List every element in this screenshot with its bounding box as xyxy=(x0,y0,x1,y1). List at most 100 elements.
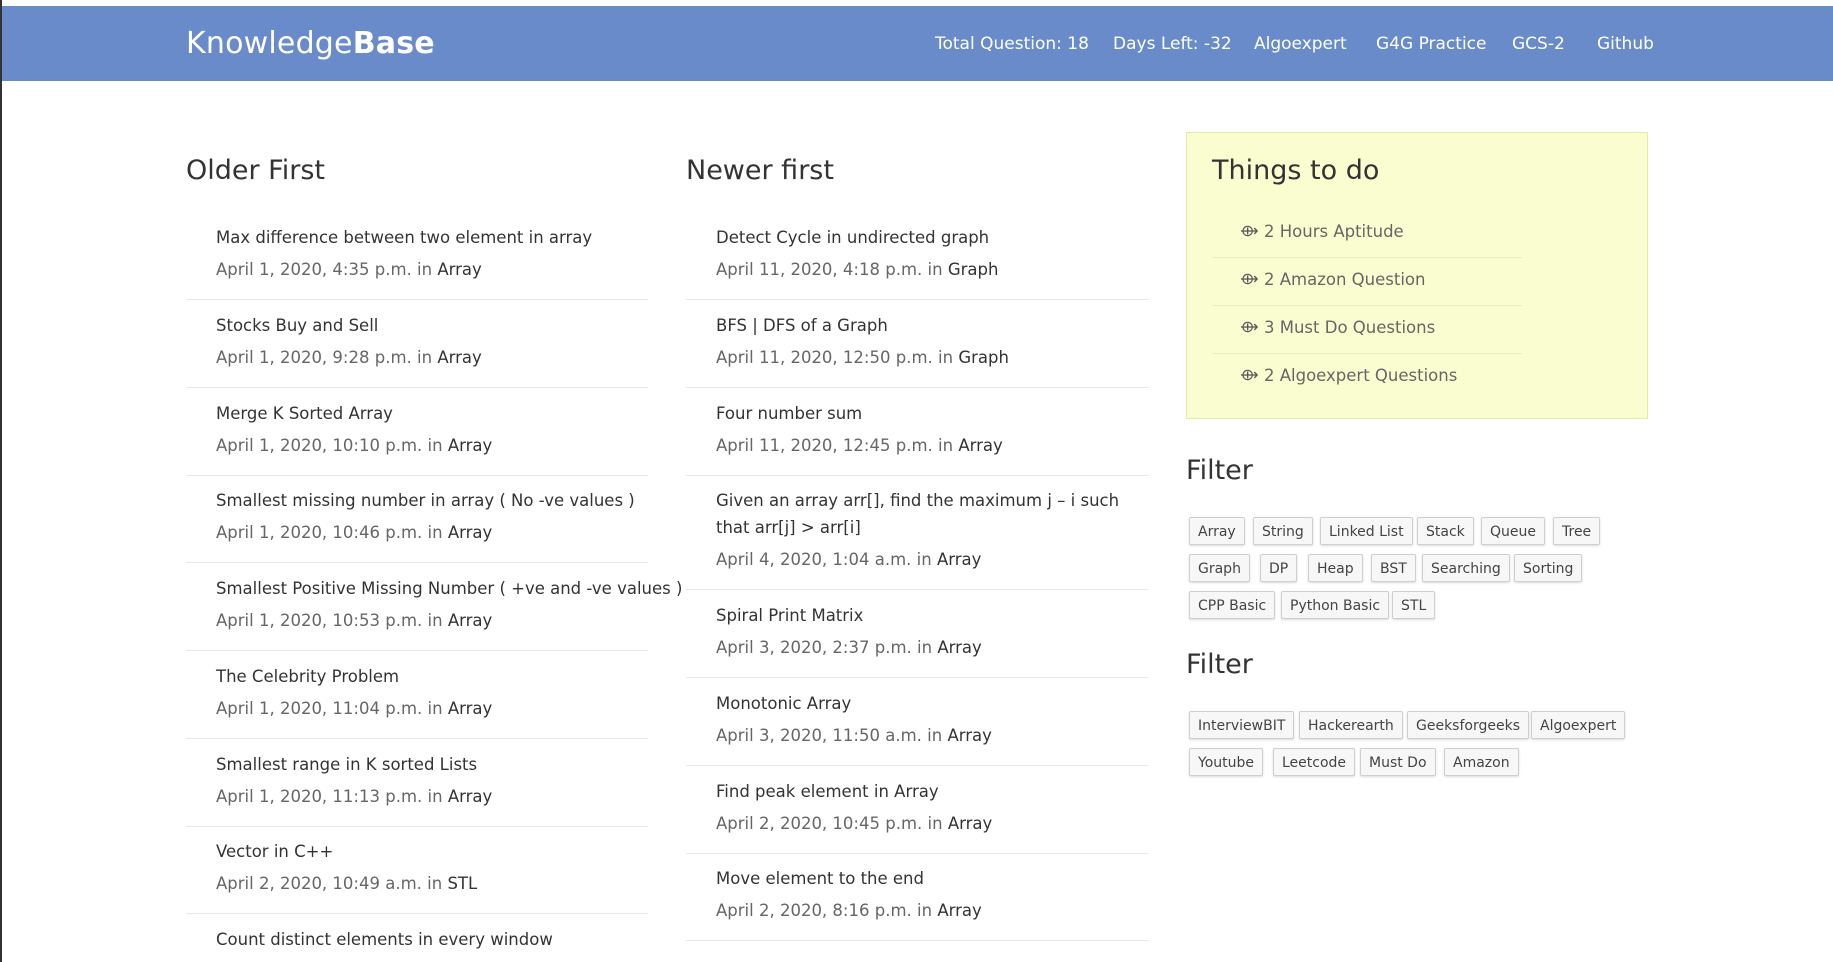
older-first-heading: Older First xyxy=(186,155,326,186)
post-item[interactable]: Smallest missing number in array ( No -v… xyxy=(186,479,648,563)
tag-dp[interactable]: DP xyxy=(1260,554,1298,582)
post-category[interactable]: Array xyxy=(947,726,991,745)
post-meta: April 1, 2020, 10:10 p.m. in Array xyxy=(216,436,492,455)
tag-sorting[interactable]: Sorting xyxy=(1514,554,1583,582)
post-category[interactable]: Array xyxy=(937,638,981,657)
brand-logo[interactable]: KnowledgeBase xyxy=(186,26,435,61)
post-title[interactable]: Move element to the end xyxy=(716,865,1146,892)
nav-algoexpert[interactable]: Algoexpert xyxy=(1254,34,1347,54)
tag-bst[interactable]: BST xyxy=(1371,554,1416,582)
post-meta: April 11, 2020, 12:45 p.m. in Array xyxy=(716,436,1003,455)
post-item[interactable]: Merge K Sorted Array April 1, 2020, 10:1… xyxy=(186,392,648,476)
tag-python-basic[interactable]: Python Basic xyxy=(1281,591,1390,619)
tag-queue[interactable]: Queue xyxy=(1481,517,1545,545)
tag-stack[interactable]: Stack xyxy=(1417,517,1474,545)
tag-stl[interactable]: STL xyxy=(1392,591,1436,619)
tag-string[interactable]: String xyxy=(1253,517,1313,545)
post-date: April 1, 2020, 10:46 p.m. xyxy=(216,523,423,542)
post-category[interactable]: Array xyxy=(958,436,1002,455)
post-item[interactable]: Given an array arr[], find the maximum j… xyxy=(686,479,1148,590)
nav-g4g-practice[interactable]: G4G Practice xyxy=(1376,34,1486,54)
tag-array[interactable]: Array xyxy=(1189,517,1245,545)
nav-total-question[interactable]: Total Question: 18 xyxy=(935,34,1089,54)
post-category[interactable]: Graph xyxy=(958,348,1009,367)
post-item[interactable]: Vector in C++ April 2, 2020, 10:49 a.m. … xyxy=(186,830,648,914)
filter-heading: Filter xyxy=(1186,455,1253,486)
post-item[interactable]: Smallest Positive Missing Number ( +ve a… xyxy=(186,567,682,651)
post-date: April 1, 2020, 10:53 p.m. xyxy=(216,611,423,630)
post-category[interactable]: Array xyxy=(437,260,481,279)
tag-interviewbit[interactable]: InterviewBIT xyxy=(1189,711,1295,739)
arrows-icon: ⟴ xyxy=(1240,317,1259,336)
post-date: April 11, 2020, 4:18 p.m. xyxy=(716,260,923,279)
tag-amazon[interactable]: Amazon xyxy=(1444,748,1519,776)
post-item[interactable]: Detect Cycle in undirected graph April 1… xyxy=(686,216,1148,300)
post-title[interactable]: Smallest Positive Missing Number ( +ve a… xyxy=(216,575,682,602)
post-title[interactable]: The Celebrity Problem xyxy=(216,663,646,690)
tag-youtube[interactable]: Youtube xyxy=(1189,748,1263,776)
post-item[interactable]: The Celebrity Problem April 1, 2020, 11:… xyxy=(186,655,648,739)
tag-linked-list[interactable]: Linked List xyxy=(1320,517,1413,545)
nav-github[interactable]: Github xyxy=(1597,34,1654,54)
post-in: in xyxy=(938,348,954,367)
tag-tree[interactable]: Tree xyxy=(1553,517,1601,545)
tag-leetcode[interactable]: Leetcode xyxy=(1273,748,1356,776)
post-category[interactable]: Array xyxy=(448,787,492,806)
post-item[interactable]: Max difference between two element in ar… xyxy=(186,216,648,300)
post-item[interactable]: Spiral Print Matrix April 3, 2020, 2:37 … xyxy=(686,594,1148,678)
post-category[interactable]: Graph xyxy=(948,260,999,279)
post-date: April 1, 2020, 4:35 p.m. xyxy=(216,260,412,279)
post-title[interactable]: Count distinct elements in every window xyxy=(216,926,646,953)
post-category[interactable]: Array xyxy=(448,699,492,718)
post-item[interactable]: Find peak element in Array April 2, 2020… xyxy=(686,770,1148,854)
post-title[interactable]: BFS | DFS of a Graph xyxy=(716,312,1146,339)
post-date: April 11, 2020, 12:45 p.m. xyxy=(716,436,933,455)
tag-graph[interactable]: Graph xyxy=(1189,554,1250,582)
post-date: April 11, 2020, 12:50 p.m. xyxy=(716,348,933,367)
post-category[interactable]: Array xyxy=(437,348,481,367)
post-category[interactable]: Array xyxy=(448,436,492,455)
post-in: in xyxy=(427,874,443,893)
post-category[interactable]: STL xyxy=(447,874,477,893)
post-title[interactable]: Find peak element in Array xyxy=(716,778,1146,805)
tag-searching[interactable]: Searching xyxy=(1422,554,1510,582)
tag-hackerearth[interactable]: Hackerearth xyxy=(1299,711,1403,739)
tag-cpp-basic[interactable]: CPP Basic xyxy=(1189,591,1276,619)
post-category[interactable]: Array xyxy=(948,814,992,833)
post-item[interactable]: Four number sum April 11, 2020, 12:45 p.… xyxy=(686,392,1148,476)
post-in: in xyxy=(427,611,443,630)
tag-must-do[interactable]: Must Do xyxy=(1360,748,1436,776)
post-title[interactable]: Smallest missing number in array ( No -v… xyxy=(216,487,646,514)
post-title[interactable]: Smallest range in K sorted Lists xyxy=(216,751,646,778)
post-title[interactable]: Detect Cycle in undirected graph xyxy=(716,224,1146,251)
post-item[interactable]: Move element to the end April 2, 2020, 8… xyxy=(686,857,1148,941)
post-in: in xyxy=(917,638,933,657)
page: KnowledgeBase Total Question: 18 Days Le… xyxy=(0,0,1833,962)
post-title[interactable]: Stocks Buy and Sell xyxy=(216,312,646,339)
post-item[interactable]: Stocks Buy and Sell April 1, 2020, 9:28 … xyxy=(186,304,648,388)
tag-algoexpert[interactable]: Algoexpert xyxy=(1531,711,1626,739)
post-title[interactable]: Given an array arr[], find the maximum j… xyxy=(716,487,1146,541)
post-meta: April 1, 2020, 11:04 p.m. in Array xyxy=(216,699,492,718)
post-category[interactable]: Array xyxy=(448,523,492,542)
post-title[interactable]: Monotonic Array xyxy=(716,690,1146,717)
tag-heap[interactable]: Heap xyxy=(1308,554,1363,582)
nav-days-left[interactable]: Days Left: -32 xyxy=(1113,34,1232,54)
nav-gcs-2[interactable]: GCS-2 xyxy=(1512,34,1565,54)
post-item[interactable]: Count distinct elements in every window xyxy=(186,918,648,962)
post-title[interactable]: Merge K Sorted Array xyxy=(216,400,646,427)
post-item[interactable]: BFS | DFS of a Graph April 11, 2020, 12:… xyxy=(686,304,1148,388)
post-category[interactable]: Array xyxy=(448,611,492,630)
post-title[interactable]: Max difference between two element in ar… xyxy=(216,224,646,251)
tag-geeksforgeeks[interactable]: Geeksforgeeks xyxy=(1407,711,1529,739)
post-item[interactable]: Smallest range in K sorted Lists April 1… xyxy=(186,743,648,827)
post-title[interactable]: Four number sum xyxy=(716,400,1146,427)
post-category[interactable]: Array xyxy=(937,550,981,569)
post-in: in xyxy=(427,436,443,455)
post-title[interactable]: Vector in C++ xyxy=(216,838,646,865)
post-item[interactable]: Monotonic Array April 3, 2020, 11:50 a.m… xyxy=(686,682,1148,766)
post-title[interactable]: Spiral Print Matrix xyxy=(716,602,1146,629)
post-date: April 1, 2020, 11:04 p.m. xyxy=(216,699,423,718)
post-category[interactable]: Array xyxy=(937,901,981,920)
brand-light: Knowledge xyxy=(186,26,353,61)
